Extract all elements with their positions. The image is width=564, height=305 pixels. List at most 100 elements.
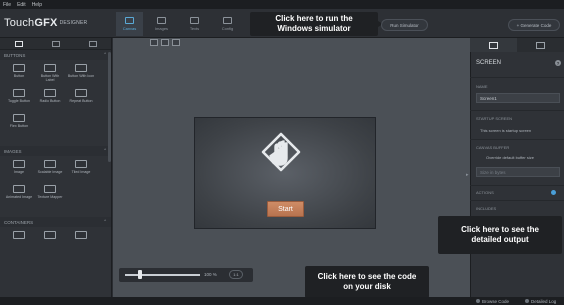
folder-icon xyxy=(476,299,480,303)
widget-flex-button[interactable]: Flex Button xyxy=(5,114,33,136)
hand-touch-icon xyxy=(261,132,301,172)
zoom-slider-thumb[interactable] xyxy=(138,270,142,279)
align-icon[interactable] xyxy=(150,39,158,46)
containers-grid xyxy=(0,227,111,257)
divider xyxy=(470,77,564,78)
properties-tabs xyxy=(470,38,564,52)
images-grid: Image Scalable Image Tiled Image Animate… xyxy=(0,156,111,211)
scroll-indicator-icon: ▸ xyxy=(466,172,469,178)
widget-container[interactable] xyxy=(67,231,95,253)
menu-file[interactable]: File xyxy=(3,2,11,8)
collapse-icon: ⌃ xyxy=(103,52,107,57)
divider xyxy=(470,110,564,111)
widget-repeat-button[interactable]: Repeat Button xyxy=(67,89,95,111)
panel-title: SCREEN xyxy=(476,60,502,66)
widgets-icon xyxy=(14,40,23,47)
canvas-buffer-label: CANVAS BUFFER xyxy=(476,145,510,150)
widget-button[interactable]: Button xyxy=(5,64,33,86)
collapse-icon: ⌃ xyxy=(103,219,107,224)
radio-icon xyxy=(44,89,56,97)
override-buffer-checkbox[interactable]: Override default buffer size xyxy=(486,155,534,160)
widget-panel-tabs xyxy=(0,38,111,50)
detailed-log-button[interactable]: Detailed Log xyxy=(525,297,556,305)
name-label: NAME xyxy=(476,84,488,89)
divider xyxy=(470,200,564,201)
collapse-icon: ⌃ xyxy=(103,148,107,153)
run-simulator-button[interactable]: Run Simulator xyxy=(381,19,428,31)
properties-icon xyxy=(489,41,498,49)
widget-toggle-button[interactable]: Toggle Button xyxy=(5,89,33,111)
start-button[interactable]: Start xyxy=(267,201,304,217)
actions-label[interactable]: ACTIONS xyxy=(476,190,494,195)
texture-mapper-icon xyxy=(44,185,56,193)
repeat-icon xyxy=(75,89,87,97)
widget-button-with-label[interactable]: Button With Label xyxy=(36,64,64,86)
toggle-icon xyxy=(13,89,25,97)
app-logo: TouchGFX DESIGNER xyxy=(4,17,88,29)
widget-panel: BUTTONS ⌃ Button Button With Label Button… xyxy=(0,38,112,297)
tab-widgets[interactable] xyxy=(0,38,37,49)
tab-images[interactable]: Images xyxy=(148,12,175,36)
widget-panel-scrollbar[interactable] xyxy=(108,52,111,162)
generate-code-button[interactable]: + Generate Code xyxy=(508,19,560,31)
menu-bar: File Edit Help xyxy=(0,0,564,9)
callout-detailed-output: Click here to see the detailed output xyxy=(438,216,562,254)
scalable-image-icon xyxy=(44,160,56,168)
widget-container[interactable] xyxy=(5,231,33,253)
layer-icon[interactable] xyxy=(172,39,180,46)
tab-containers[interactable] xyxy=(37,38,74,49)
tab-config[interactable]: Config xyxy=(214,12,241,36)
callout-code-on-disk: Click here to see the code on your disk xyxy=(305,266,429,298)
container-icon xyxy=(44,231,56,239)
startup-label: STARTUP SCREEN xyxy=(476,116,513,121)
zoom-slider[interactable] xyxy=(125,274,200,276)
browse-code-button[interactable]: Browse Code xyxy=(476,297,509,305)
widget-scalable-image[interactable]: Scalable Image xyxy=(36,160,64,182)
canvas-icon xyxy=(125,17,134,24)
widget-radio-button[interactable]: Radio Button xyxy=(36,89,64,111)
config-icon xyxy=(223,17,232,24)
menu-edit[interactable]: Edit xyxy=(17,2,26,8)
tiled-image-icon xyxy=(75,160,87,168)
tab-texts[interactable]: Texts xyxy=(181,12,208,36)
texts-icon xyxy=(190,17,199,24)
widget-image[interactable]: Image xyxy=(5,160,33,182)
images-icon xyxy=(157,17,166,24)
tab-interactions[interactable] xyxy=(517,38,564,52)
widget-container[interactable] xyxy=(36,231,64,253)
buffer-size-field[interactable]: Size in bytes xyxy=(476,167,560,177)
section-images[interactable]: IMAGES ⌃ xyxy=(0,146,111,156)
section-buttons[interactable]: BUTTONS ⌃ xyxy=(0,50,111,60)
container-icon xyxy=(13,231,25,239)
widget-texture-mapper[interactable]: Texture Mapper xyxy=(36,185,64,207)
menu-help[interactable]: Help xyxy=(32,2,42,8)
group-icon[interactable] xyxy=(161,39,169,46)
section-containers[interactable]: CONTAINERS ⌃ xyxy=(0,217,111,227)
widget-tiled-image[interactable]: Tiled Image xyxy=(67,160,95,182)
zoom-value: 100 % xyxy=(204,272,217,277)
image-icon xyxy=(13,160,25,168)
buttons-grid: Button Button With Label Button With Ico… xyxy=(0,60,111,140)
divider xyxy=(470,185,564,186)
zoom-fit-button[interactable]: 1:1 xyxy=(229,270,243,279)
tab-properties[interactable] xyxy=(470,38,517,52)
add-action-icon[interactable] xyxy=(551,190,556,195)
containers-icon xyxy=(51,40,60,47)
widget-animated-image[interactable]: Animated Image xyxy=(5,185,33,207)
container-icon xyxy=(75,231,87,239)
button-icon-icon xyxy=(75,64,87,72)
button-label-icon xyxy=(44,64,56,72)
canvas-toolbar xyxy=(150,39,180,46)
flex-icon xyxy=(13,114,25,122)
log-icon xyxy=(525,299,529,303)
tab-tree[interactable] xyxy=(74,38,111,49)
help-icon[interactable]: ? xyxy=(555,60,561,66)
includes-label[interactable]: INCLUDES xyxy=(476,206,496,211)
button-icon xyxy=(13,64,25,72)
widget-button-with-icon[interactable]: Button With Icon xyxy=(67,64,95,86)
screen-name-field[interactable]: Screen1 xyxy=(476,93,560,103)
animated-image-icon xyxy=(13,185,25,193)
tab-canvas[interactable]: Canvas xyxy=(116,12,143,36)
callout-simulator: Click here to run the Windows simulator xyxy=(250,12,378,36)
tree-icon xyxy=(88,40,97,47)
